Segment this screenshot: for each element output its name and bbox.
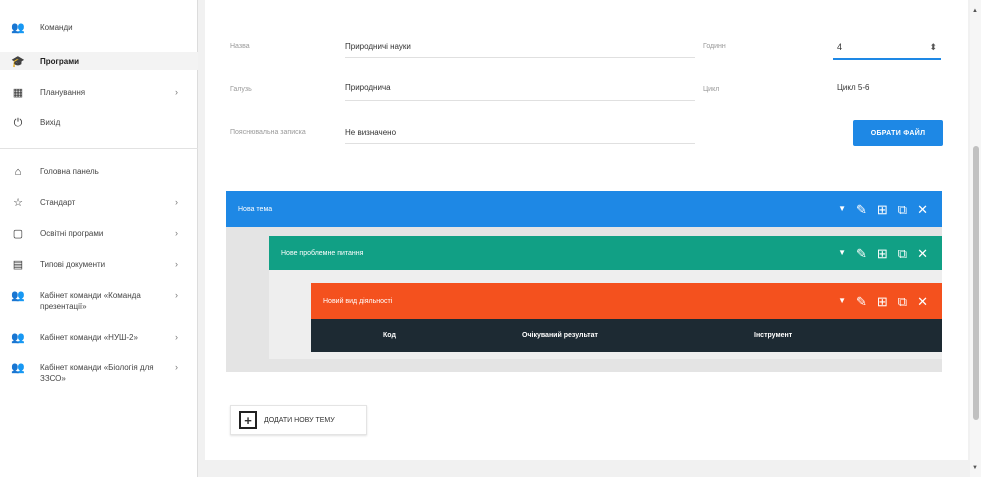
group-icon: 👥 (11, 289, 25, 302)
activity-table-header: Код Очікуваний результат Інструмент (311, 319, 942, 352)
sidebar: 👥 Команди 🎓 Програми ▦ Планування › ⏻ Ви… (0, 0, 198, 477)
app-root: 👥 Команди 🎓 Програми ▦ Планування › ⏻ Ви… (0, 0, 981, 477)
sidebar-item-logout[interactable]: ⏻ Вихід (0, 117, 198, 129)
sidebar-item-label: Вихід (40, 118, 61, 127)
cycle-label: Цикл (703, 86, 720, 93)
chevron-down-icon[interactable]: ▼ (838, 249, 846, 257)
scroll-up-icon[interactable]: ▲ (972, 8, 978, 14)
problem-bar[interactable]: Нове проблемне питання ▼ ✎ ⊞ ⧉ ✕ (269, 236, 942, 270)
spinner-icon[interactable]: ⬍ (929, 42, 937, 53)
class-label: Годинн (703, 43, 726, 50)
sidebar-divider (0, 148, 198, 149)
name-underline (345, 57, 695, 58)
sidebar-item-label: Стандарт (40, 198, 76, 207)
chevron-right-icon: › (175, 290, 178, 300)
grid-icon: ▤ (12, 258, 24, 271)
add-box-icon[interactable]: ⊞ (877, 247, 888, 260)
sidebar-item-team-biology[interactable]: 👥 Кабінет команди «Біологія для ЗЗСО» › (0, 362, 198, 384)
sidebar-item-edu-programs[interactable]: ▢ Освітні програми › (0, 228, 198, 240)
activity-bar[interactable]: Новий вид діяльності ▼ ✎ ⊞ ⧉ ✕ (311, 283, 942, 319)
power-icon: ⏻ (13, 116, 23, 129)
sidebar-item-typical-docs[interactable]: ▤ Типові документи › (0, 259, 198, 271)
main-panel: Назва Природничі науки Годинн 4 ⬍ Галузь… (205, 0, 968, 460)
sidebar-item-dashboard[interactable]: ⌂ Головна панель (0, 166, 198, 178)
sidebar-item-label: Програми (40, 57, 80, 66)
note-underline (345, 143, 695, 144)
branch-underline (345, 100, 695, 101)
column-header-expected-result: Очікуваний результат (522, 332, 598, 339)
branch-field[interactable]: Природнича (345, 83, 391, 92)
note-field[interactable]: Не визначено (345, 128, 396, 137)
star-icon: ☆ (13, 196, 23, 209)
graduation-cap-icon: 🎓 (11, 55, 25, 68)
choose-file-button[interactable]: ОБРАТИ ФАЙЛ (853, 120, 943, 146)
document-icon: ▢ (12, 227, 24, 240)
chevron-right-icon: › (175, 228, 178, 238)
topic-title[interactable]: Нова тема (226, 206, 838, 213)
add-topic-label: ДОДАТИ НОВУ ТЕМУ (264, 416, 335, 424)
class-value: 4 (837, 42, 843, 52)
home-icon: ⌂ (14, 165, 22, 178)
chevron-right-icon: › (175, 259, 178, 269)
scrollbar-thumb[interactable] (973, 146, 979, 420)
chevron-down-icon[interactable]: ▼ (838, 297, 846, 305)
sidebar-item-label: Головна панель (40, 167, 99, 176)
add-box-icon[interactable]: ⊞ (877, 295, 888, 308)
add-box-icon[interactable]: ⊞ (877, 203, 888, 216)
close-icon[interactable]: ✕ (917, 295, 928, 308)
topic-bar[interactable]: Нова тема ▼ ✎ ⊞ ⧉ ✕ (226, 191, 942, 227)
chevron-right-icon: › (175, 362, 178, 372)
activity-title[interactable]: Новий вид діяльності (311, 298, 838, 305)
close-icon[interactable]: ✕ (917, 247, 928, 260)
column-header-code: Код (383, 332, 396, 339)
sidebar-item-label: Кабінет команди «Команда презентації» (40, 291, 141, 311)
sidebar-item-standard[interactable]: ☆ Стандарт › (0, 197, 198, 209)
group-icon: 👥 (11, 361, 25, 374)
sidebar-item-planning[interactable]: ▦ Планування › (0, 87, 198, 99)
chevron-right-icon: › (175, 332, 178, 342)
group-icon: 👥 (11, 21, 25, 34)
chevron-down-icon[interactable]: ▼ (838, 205, 846, 213)
copy-icon[interactable]: ⧉ (898, 247, 907, 260)
copy-icon[interactable]: ⧉ (898, 203, 907, 216)
copy-icon[interactable]: ⧉ (898, 295, 907, 308)
sidebar-item-label: Планування (40, 88, 86, 97)
close-icon[interactable]: ✕ (917, 203, 928, 216)
name-label: Назва (230, 43, 250, 50)
sidebar-item-label: Освітні програми (40, 229, 104, 238)
branch-label: Галузь (230, 86, 252, 93)
sidebar-item-label: Кабінет команди «Біологія для ЗЗСО» (40, 363, 154, 383)
add-topic-button[interactable]: + ДОДАТИ НОВУ ТЕМУ (230, 405, 367, 435)
name-field[interactable]: Природничі науки (345, 42, 411, 51)
edit-icon[interactable]: ✎ (856, 295, 867, 308)
sidebar-item-programs[interactable]: 🎓 Програми (0, 52, 198, 70)
chevron-right-icon: › (175, 197, 178, 207)
edit-icon[interactable]: ✎ (856, 247, 867, 260)
chevron-right-icon: › (175, 87, 178, 97)
sidebar-item-label: Команди (40, 23, 73, 32)
sidebar-item-label: Типові документи (40, 260, 106, 269)
cycle-field[interactable]: Цикл 5-6 (837, 83, 869, 92)
sidebar-item-teams[interactable]: 👥 Команди (0, 22, 198, 34)
note-label: Пояснювальна записка (230, 129, 306, 136)
problem-title[interactable]: Нове проблемне питання (269, 250, 838, 257)
column-header-instrument: Інструмент (754, 332, 793, 339)
class-stepper[interactable]: 4 ⬍ (833, 34, 941, 60)
calendar-icon: ▦ (12, 86, 24, 99)
add-box-icon: + (239, 411, 257, 429)
scroll-down-icon[interactable]: ▼ (972, 465, 978, 471)
group-icon: 👥 (11, 331, 25, 344)
sidebar-item-team-nush[interactable]: 👥 Кабінет команди «НУШ-2» › (0, 332, 198, 344)
edit-icon[interactable]: ✎ (856, 203, 867, 216)
sidebar-item-label: Кабінет команди «НУШ-2» (40, 333, 138, 342)
sidebar-item-team-presentation[interactable]: 👥 Кабінет команди «Команда презентації» … (0, 290, 198, 312)
